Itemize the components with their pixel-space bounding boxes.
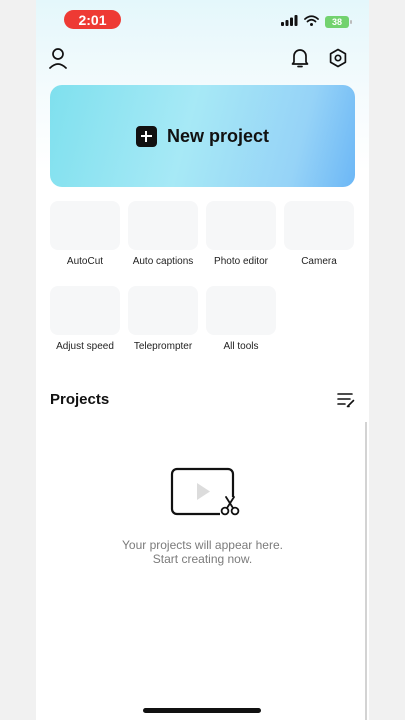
new-project-button[interactable]: New project [50, 85, 355, 187]
empty-projects-video-cut-icon [169, 467, 241, 519]
tool-tile [128, 201, 198, 250]
tool-label: Adjust speed [56, 341, 114, 352]
tool-all-tools[interactable]: All tools [206, 286, 276, 352]
tool-tile [128, 286, 198, 335]
new-project-label: New project [166, 125, 270, 146]
gear-icon [328, 48, 348, 73]
tool-tile [206, 286, 276, 335]
tool-label: AutoCut [66, 256, 104, 267]
tool-tile [206, 201, 276, 250]
tool-camera[interactable]: Camera [284, 201, 354, 267]
cellular-signal-icon [281, 13, 298, 31]
tool-teleprompter[interactable]: Teleprompter [128, 286, 198, 352]
home-indicator[interactable] [143, 708, 261, 713]
tool-tile [50, 201, 120, 250]
app-screen: 2:01 38 New project AutoCut Auto caption… [36, 0, 369, 720]
projects-heading: Projects [50, 391, 110, 408]
empty-state-message: Your projects will appear here. [122, 538, 283, 552]
sort-projects-button[interactable] [336, 390, 356, 410]
tool-label: Teleprompter [133, 341, 193, 352]
tool-label: Camera [301, 256, 337, 267]
battery-indicator: 38 [325, 16, 352, 28]
scrollbar[interactable] [365, 422, 367, 720]
status-bar: 2:01 38 [36, 0, 369, 36]
tool-tile [284, 201, 354, 250]
wifi-icon [304, 13, 319, 31]
settings-button[interactable] [326, 48, 350, 72]
person-icon [48, 47, 68, 74]
tool-label: All tools [223, 341, 259, 352]
notifications-button[interactable] [288, 48, 312, 72]
tool-photo-editor[interactable]: Photo editor [206, 201, 276, 267]
tool-label: Photo editor [214, 256, 268, 267]
screen-margin-left [0, 0, 36, 720]
tool-adjust-speed[interactable]: Adjust speed [50, 286, 120, 352]
empty-state-hint: Start creating now. [152, 552, 253, 566]
status-icons: 38 [281, 13, 352, 31]
profile-button[interactable] [46, 47, 70, 74]
plus-icon [135, 125, 157, 147]
bell-icon [290, 47, 310, 74]
screen-margin-right [369, 0, 405, 720]
tool-label: Auto captions [132, 256, 194, 267]
tool-tile [50, 286, 120, 335]
status-time: 2:01 [64, 10, 121, 29]
tool-auto-captions[interactable]: Auto captions [128, 201, 198, 267]
tool-autocut[interactable]: AutoCut [50, 201, 120, 267]
list-edit-icon [336, 393, 356, 414]
top-header [36, 46, 369, 74]
